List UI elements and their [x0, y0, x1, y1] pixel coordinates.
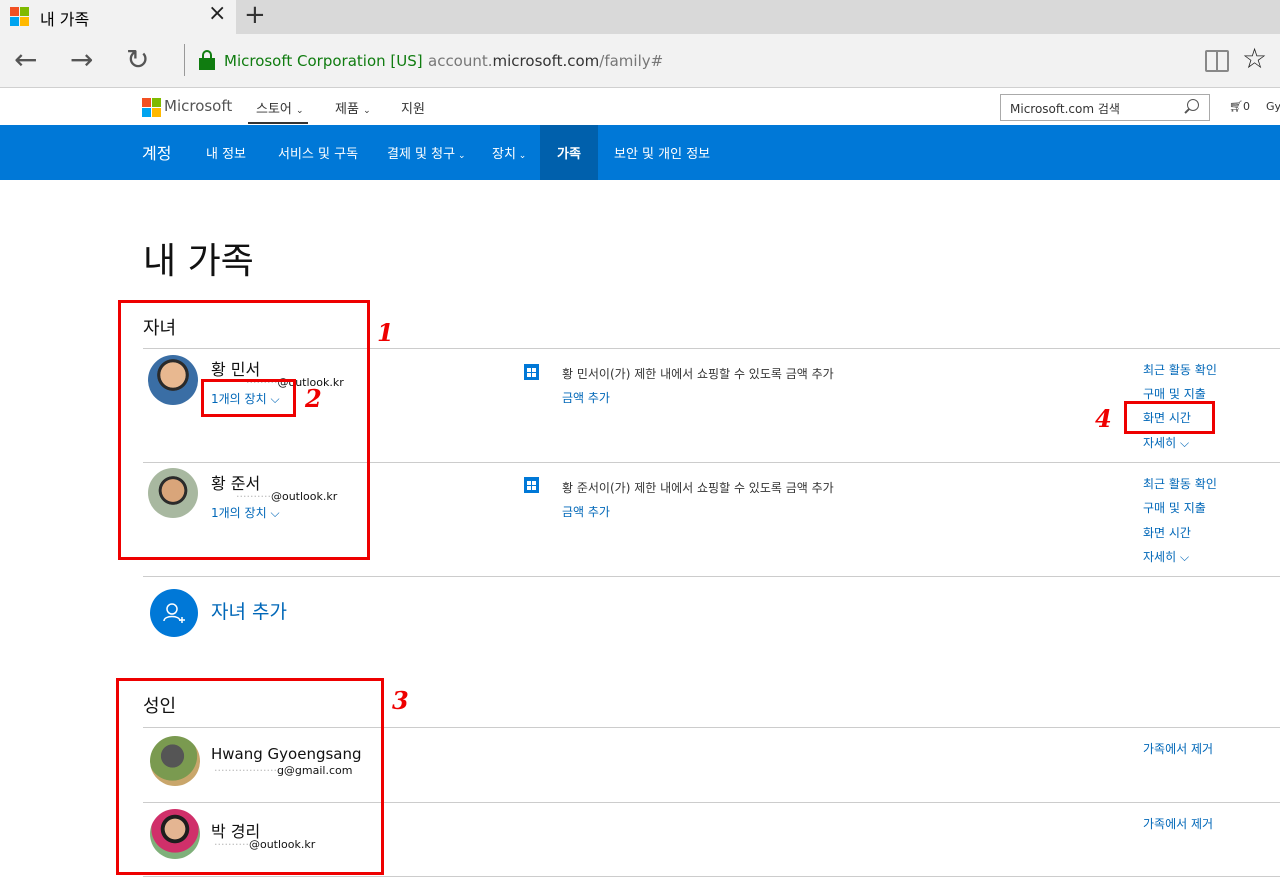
add-person-icon	[163, 603, 185, 623]
more-dropdown[interactable]: 자세히 ⌵	[1143, 548, 1189, 565]
close-tab-icon[interactable]: ×	[208, 3, 226, 25]
microsoft-logo-icon	[10, 7, 29, 26]
back-icon[interactable]: ←	[14, 42, 37, 78]
annotation-box-1	[118, 300, 370, 560]
url-prefix: account.	[428, 52, 493, 70]
site-search-input[interactable]: Microsoft.com 검색	[1000, 94, 1210, 121]
tab-services[interactable]: 서비스 및 구독	[278, 143, 358, 162]
favorite-star-icon[interactable]: ☆	[1242, 42, 1267, 76]
tab-title: 내 가족	[40, 10, 90, 29]
new-tab-button[interactable]: +	[244, 0, 266, 30]
reading-view-icon[interactable]	[1205, 50, 1229, 72]
tab-devices-label: 장치	[492, 147, 516, 162]
tab-billing[interactable]: 결제 및 청구 ⌄	[387, 143, 465, 162]
search-placeholder: Microsoft.com 검색	[1010, 102, 1120, 116]
cart-count: 0	[1242, 100, 1250, 113]
purchases-link[interactable]: 구매 및 지출	[1143, 385, 1206, 402]
browser-tab[interactable]: 내 가족 ×	[0, 0, 236, 34]
url-field[interactable]: account.microsoft.com/family#	[428, 52, 663, 70]
nav-store-underline	[248, 122, 308, 124]
store-icon	[524, 364, 539, 380]
address-bar: ← → ↻ Microsoft Corporation [US] account…	[0, 34, 1280, 88]
account-nav-bar: 계정 내 정보 서비스 및 구독 결제 및 청구 ⌄ 장치 ⌄ 가족 보안 및 …	[0, 125, 1280, 180]
recent-activity-link[interactable]: 최근 활동 확인	[1143, 361, 1217, 378]
cart-button[interactable]: 🛒︎0	[1229, 100, 1250, 113]
remove-from-family-link[interactable]: 가족에서 제거	[1143, 740, 1213, 757]
more-label: 자세히	[1143, 550, 1177, 564]
more-label: 자세히	[1143, 436, 1177, 450]
annotation-box-3	[116, 678, 384, 875]
lock-icon[interactable]	[199, 50, 215, 70]
chevron-down-icon: ⌵	[1179, 550, 1190, 564]
chevron-down-icon: ⌄	[363, 106, 371, 116]
microsoft-logo-icon[interactable]	[142, 98, 161, 117]
add-money-link[interactable]: 금액 추가	[562, 503, 610, 520]
divider	[143, 876, 1280, 877]
annotation-number: 1	[377, 318, 394, 347]
nav-store-label: 스토어	[256, 102, 292, 117]
address-divider	[184, 44, 185, 76]
add-child-button[interactable]	[150, 589, 198, 637]
annotation-number: 2	[305, 384, 322, 413]
add-money-link[interactable]: 금액 추가	[562, 389, 610, 406]
chevron-down-icon: ⌵	[1179, 436, 1190, 450]
user-name[interactable]: Gyo	[1266, 100, 1280, 113]
search-icon[interactable]	[1187, 99, 1199, 111]
remove-from-family-link[interactable]: 가족에서 제거	[1143, 815, 1213, 832]
microsoft-brand[interactable]: Microsoft	[164, 97, 232, 115]
tab-my-info[interactable]: 내 정보	[206, 143, 246, 162]
store-icon	[524, 477, 539, 493]
chevron-down-icon: ⌄	[296, 106, 304, 116]
url-path: /family#	[599, 52, 664, 70]
url-domain: microsoft.com	[492, 52, 600, 70]
tab-family[interactable]: 가족	[557, 143, 581, 162]
screen-time-link[interactable]: 화면 시간	[1143, 524, 1191, 541]
recent-activity-link[interactable]: 최근 활동 확인	[1143, 475, 1217, 492]
chevron-down-icon: ⌄	[515, 151, 527, 161]
nav-products[interactable]: 제품 ⌄	[335, 98, 371, 117]
forward-icon[interactable]: →	[70, 42, 93, 78]
page-title: 내 가족	[143, 241, 254, 282]
certificate-label[interactable]: Microsoft Corporation [US]	[224, 52, 423, 70]
chevron-down-icon: ⌄	[455, 151, 466, 161]
store-description: 황 민서이(가) 제한 내에서 쇼핑할 수 있도록 금액 추가	[562, 367, 834, 381]
nav-store[interactable]: 스토어 ⌄	[256, 98, 304, 117]
nav-products-label: 제품	[335, 102, 359, 117]
annotation-number: 4	[1095, 404, 1112, 433]
store-description: 황 준서이(가) 제한 내에서 쇼핑할 수 있도록 금액 추가	[562, 481, 834, 495]
tab-devices[interactable]: 장치 ⌄	[492, 143, 526, 162]
divider	[143, 576, 1280, 577]
refresh-icon[interactable]: ↻	[126, 42, 149, 78]
purchases-link[interactable]: 구매 및 지출	[1143, 499, 1206, 516]
cart-icon: 🛒︎	[1229, 100, 1243, 113]
annotation-box-4	[1124, 401, 1215, 434]
tab-billing-label: 결제 및 청구	[387, 147, 456, 162]
add-child-link[interactable]: 자녀 추가	[211, 597, 287, 624]
site-header: Microsoft 스토어 ⌄ 제품 ⌄ 지원 Microsoft.com 검색…	[0, 88, 1280, 125]
nav-support[interactable]: 지원	[401, 98, 425, 117]
account-brand[interactable]: 계정	[142, 140, 171, 164]
more-dropdown[interactable]: 자세히 ⌵	[1143, 434, 1189, 451]
annotation-box-2	[201, 379, 296, 417]
annotation-number: 3	[392, 686, 409, 715]
browser-tab-strip: 내 가족 × +	[0, 0, 1280, 34]
tab-security-privacy[interactable]: 보안 및 개인 정보	[614, 143, 710, 162]
